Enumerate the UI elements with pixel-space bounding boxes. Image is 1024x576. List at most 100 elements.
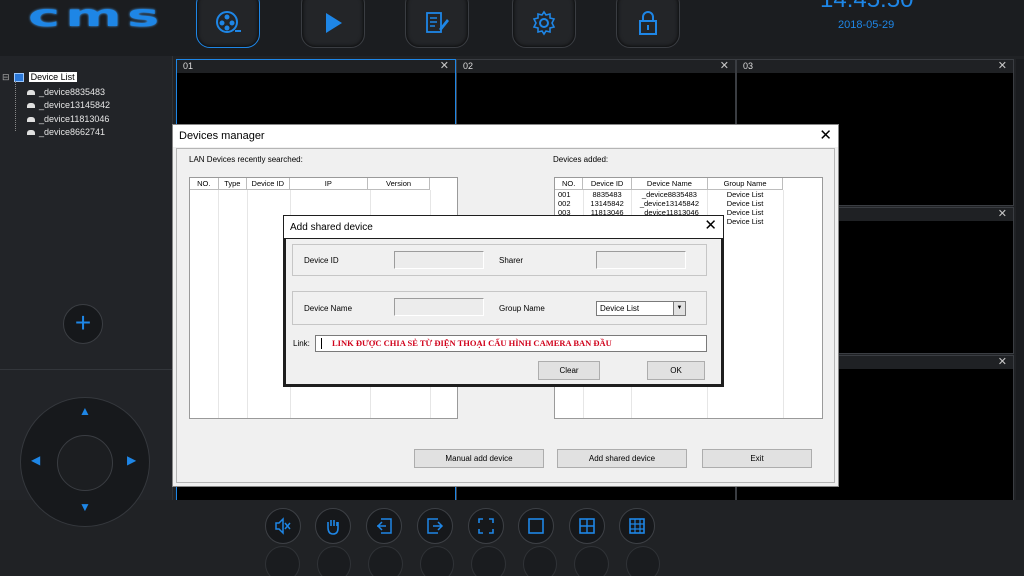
quad-view-icon — [574, 546, 609, 576]
camera-icon — [27, 90, 35, 96]
ptz-down-button[interactable]: ▼ — [79, 500, 91, 514]
cell-device-name: _device13145842 — [639, 199, 700, 208]
group-name-label: Group Name — [499, 304, 545, 313]
ptz-left-button[interactable]: ◀ — [31, 453, 40, 467]
pane-number: 02 — [463, 61, 474, 71]
tree-device-label: _device13145842 — [39, 100, 111, 110]
devices-manager-titlebar: Devices manager ✕ — [173, 125, 838, 147]
pane-close-icon[interactable]: ✕ — [998, 355, 1007, 368]
pane-close-icon[interactable]: ✕ — [998, 207, 1007, 220]
tree-device-label: _device8662741 — [39, 127, 106, 137]
lan-devices-label: LAN Devices recently searched: — [189, 155, 303, 164]
column-header[interactable]: Device ID — [582, 178, 632, 190]
log-button[interactable] — [405, 0, 469, 48]
tree-line — [15, 81, 17, 131]
exit-fullscreen-button[interactable] — [366, 508, 402, 544]
plus-icon: + — [74, 307, 92, 338]
lock-icon — [639, 11, 657, 35]
column-header[interactable]: Device ID — [246, 178, 290, 190]
column-header[interactable]: Device Name — [631, 178, 709, 190]
device-id-field[interactable] — [394, 251, 484, 269]
chevron-down-icon[interactable]: ▼ — [673, 302, 685, 315]
single-view-icon — [528, 518, 544, 534]
tree-expander-icon[interactable]: ⊟ — [2, 72, 10, 82]
tree-device-item[interactable]: _device8662741 — [27, 127, 105, 137]
tree-root-label: Device List — [28, 72, 77, 82]
devices-manager-title: Devices manager — [179, 130, 265, 142]
fullscreen-button[interactable] — [468, 508, 504, 544]
cell-no: 001 — [558, 190, 571, 199]
exit-button[interactable]: Exit — [702, 449, 812, 468]
right-edge — [1016, 59, 1024, 529]
sidebar-divider — [0, 369, 172, 370]
add-shared-device-title: Add shared device — [290, 222, 373, 233]
clear-button[interactable]: Clear — [538, 361, 600, 380]
live-view-button[interactable] — [196, 0, 260, 48]
document-edit-icon — [426, 12, 449, 33]
ptz-center-button[interactable] — [57, 435, 113, 491]
exit-fullscreen-icon — [376, 518, 392, 534]
tree-device-item[interactable]: _device8835483 — [27, 87, 105, 97]
cell-device-id: 13145842 — [590, 199, 624, 208]
close-icon[interactable]: ✕ — [819, 126, 832, 144]
tree-root[interactable]: ⊟ Device List — [2, 72, 77, 83]
tree-device-item[interactable]: _device11813046 — [27, 114, 109, 124]
sharer-label: Sharer — [499, 256, 524, 265]
hand-button[interactable] — [315, 508, 351, 544]
devices-added-label: Devices added: — [553, 155, 609, 164]
add-shared-device-button[interactable]: Add shared device — [557, 449, 687, 468]
column-header[interactable]: Version — [367, 178, 430, 190]
pane-close-icon[interactable]: ✕ — [440, 59, 449, 72]
grid-line — [783, 190, 784, 418]
link-value: LINK ĐƯỢC CHIA SẺ TỪ ĐIỆN THOẠI CẤU HÌNH… — [332, 338, 612, 348]
ok-button[interactable]: OK — [647, 361, 705, 380]
settings-button[interactable] — [512, 0, 576, 48]
nine-view-icon — [625, 546, 660, 576]
add-shared-device-body: Device ID Sharer Device Name Group Name … — [286, 239, 721, 384]
pane-close-icon[interactable]: ✕ — [720, 59, 729, 72]
pane-header: 02 ✕ — [457, 60, 735, 73]
text-cursor — [321, 338, 322, 349]
tree-device-label: _device8835483 — [39, 87, 106, 97]
ptz-right-button[interactable]: ▶ — [127, 453, 136, 467]
column-header[interactable]: NO. — [555, 178, 584, 190]
device-name-field[interactable] — [394, 298, 484, 316]
clock-date: 2018-05-29 — [838, 19, 895, 31]
group-name-value: Device List — [600, 304, 640, 313]
column-header[interactable]: IP — [289, 178, 369, 190]
table-row[interactable]: 001 8835483 _device8835483 Device List — [555, 190, 783, 200]
sharer-field[interactable] — [596, 251, 686, 269]
cell-group-name: Device List — [726, 199, 764, 208]
mute-button[interactable] — [265, 508, 301, 544]
lock-button[interactable] — [616, 0, 680, 48]
link-input[interactable]: LINK ĐƯỢC CHIA SẺ TỪ ĐIỆN THOẠI CẤU HÌNH… — [315, 335, 707, 352]
cell-no: 002 — [558, 199, 571, 208]
table-row[interactable]: 002 13145842 _device13145842 Device List — [555, 199, 783, 208]
share-button[interactable] — [417, 508, 453, 544]
pane-close-icon[interactable]: ✕ — [998, 59, 1007, 72]
close-icon[interactable]: ✕ — [704, 216, 717, 234]
cell-group-name: Device List — [726, 190, 764, 199]
nine-view-button[interactable] — [619, 508, 655, 544]
column-header[interactable]: Type — [218, 178, 248, 190]
add-device-button[interactable]: + — [63, 304, 103, 344]
quad-view-button[interactable] — [569, 508, 605, 544]
gear-icon — [532, 10, 556, 36]
single-view-button[interactable] — [518, 508, 554, 544]
tree-device-item[interactable]: _device13145842 — [27, 100, 110, 110]
column-header[interactable]: NO. — [190, 178, 219, 190]
fullscreen-icon — [478, 518, 494, 534]
pane-number: 01 — [183, 61, 194, 71]
device-name-label: Device Name — [304, 304, 353, 313]
grid-line — [247, 190, 248, 418]
ptz-up-button[interactable]: ▲ — [79, 404, 91, 418]
manual-add-device-button[interactable]: Manual add device — [414, 449, 544, 468]
column-header[interactable]: Group Name — [707, 178, 783, 190]
playback-button[interactable] — [301, 0, 365, 48]
link-label: Link: — [293, 339, 310, 348]
device-id-group: Device ID Sharer — [292, 244, 707, 276]
fullscreen-icon — [471, 546, 506, 576]
play-icon — [326, 13, 342, 33]
group-name-select[interactable]: Device List ▼ — [596, 301, 686, 316]
single-view-icon — [522, 546, 557, 576]
